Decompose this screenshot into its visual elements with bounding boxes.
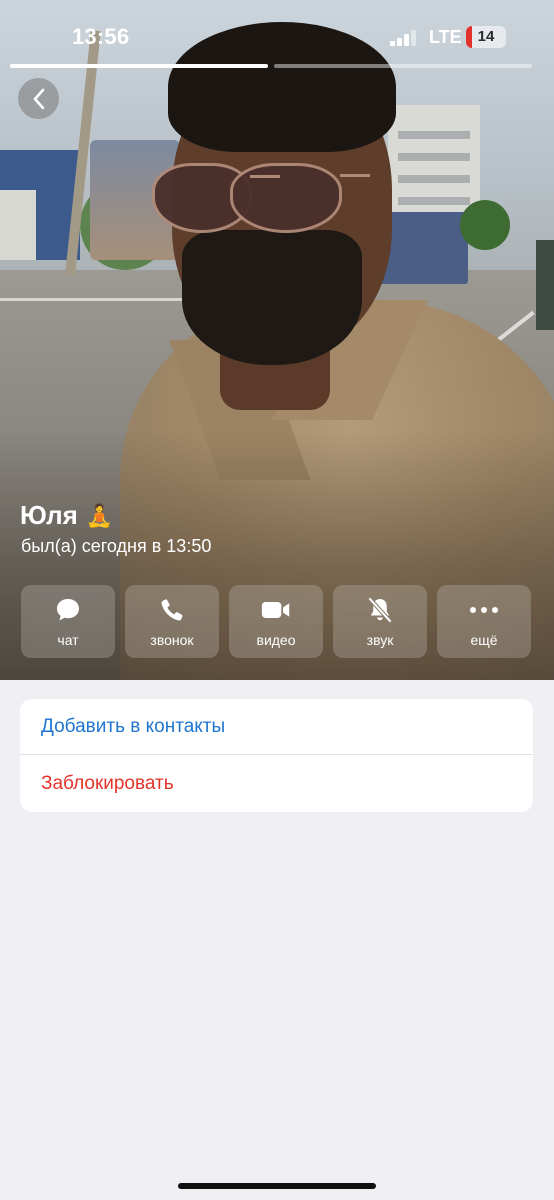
- more-button-label: ещё: [470, 631, 498, 648]
- photo-wall: [0, 190, 36, 260]
- chat-button[interactable]: чат: [21, 585, 115, 658]
- call-button[interactable]: звонок: [125, 585, 219, 658]
- contact-emoji-status[interactable]: 🧘: [86, 503, 113, 529]
- photo-road-line: [0, 298, 200, 301]
- call-button-label: звонок: [150, 631, 194, 648]
- last-seen-status: был(а) сегодня в 13:50: [21, 536, 212, 556]
- photo-vehicle: [536, 240, 554, 330]
- photo-progress-segment: [10, 64, 268, 68]
- photo-tree: [460, 200, 510, 250]
- sound-button-label: звук: [366, 631, 394, 648]
- photo-progress-indicator: [10, 64, 532, 68]
- block-user-button[interactable]: Заблокировать: [20, 755, 533, 812]
- battery-level: 14: [477, 28, 495, 45]
- more-button[interactable]: ещё: [437, 585, 531, 658]
- video-camera-icon: [261, 596, 291, 624]
- photo-progress-segment: [274, 64, 532, 68]
- contact-name-row: Юля 🧘: [20, 500, 113, 531]
- back-button[interactable]: [18, 78, 59, 119]
- chat-bubble-icon: [53, 596, 83, 624]
- photo-sunglasses-lens: [230, 163, 342, 233]
- photo-beard: [182, 230, 362, 365]
- network-type: LTE: [429, 27, 462, 47]
- action-bar: чат звонок видео звук ещё: [21, 585, 533, 658]
- profile-photo[interactable]: [0, 0, 554, 680]
- contact-name: Юля: [20, 500, 78, 530]
- phone-icon: [157, 596, 187, 624]
- photo-sunglasses-arm: [340, 174, 370, 177]
- chevron-left-icon: [33, 88, 44, 109]
- bell-slash-icon: [365, 596, 395, 624]
- battery-icon: 14: [466, 26, 506, 48]
- contact-options-card: Добавить в контакты Заблокировать: [20, 699, 533, 812]
- cellular-signal-icon: [390, 30, 416, 46]
- video-button-label: видео: [256, 631, 296, 648]
- photo-sunglasses-bridge: [250, 175, 280, 178]
- sound-button[interactable]: звук: [333, 585, 427, 658]
- chat-button-label: чат: [57, 631, 79, 648]
- ellipsis-icon: [469, 596, 499, 624]
- status-time: 13:56: [72, 24, 130, 49]
- status-bar: 13:56 LTE 14: [0, 0, 554, 70]
- home-indicator[interactable]: [178, 1183, 376, 1189]
- add-to-contacts-button[interactable]: Добавить в контакты: [20, 699, 533, 755]
- video-button[interactable]: видео: [229, 585, 323, 658]
